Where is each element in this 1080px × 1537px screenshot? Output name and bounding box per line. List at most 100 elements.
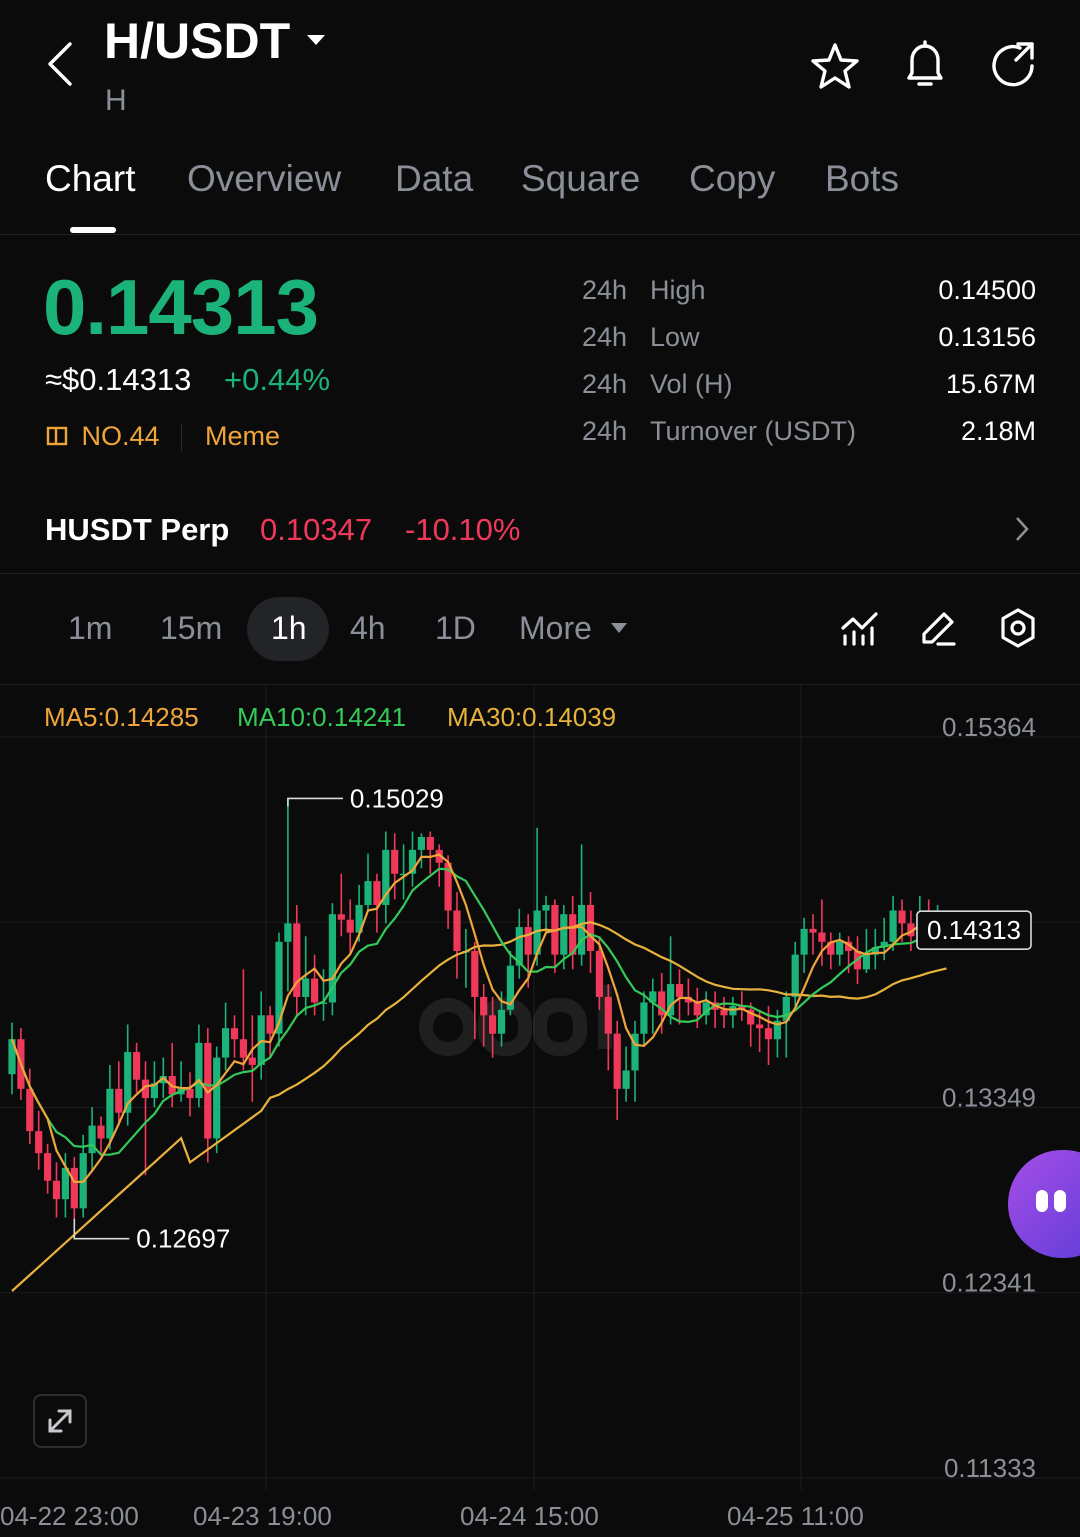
timeframe-1h[interactable]: 1h bbox=[271, 610, 307, 647]
candle bbox=[827, 932, 835, 970]
candle bbox=[729, 996, 737, 1029]
candle bbox=[70, 1156, 78, 1227]
candle bbox=[506, 950, 514, 1016]
price-change: +0.44% bbox=[224, 362, 331, 397]
candle bbox=[230, 1015, 239, 1058]
candle bbox=[702, 991, 710, 1025]
tab-bots[interactable]: Bots bbox=[825, 158, 899, 200]
tab-square[interactable]: Square bbox=[521, 158, 640, 200]
candle bbox=[52, 1162, 61, 1218]
rank-label: NO.44 bbox=[81, 421, 160, 451]
tab-data[interactable]: Data bbox=[395, 158, 473, 200]
y-tick-label: 0.11333 bbox=[944, 1453, 1036, 1483]
candlestick-chart[interactable]: 0.15029 0.12697 0.14313 0.15364 0.13349 0.12… bbox=[0, 685, 1080, 1537]
candle bbox=[631, 1020, 639, 1102]
stat-high-value: 0.14500 bbox=[938, 275, 1036, 305]
perp-change: -10.10% bbox=[405, 512, 521, 547]
candle bbox=[248, 1015, 256, 1102]
perp-price: 0.10347 bbox=[260, 512, 373, 547]
perp-name: HUSDT Perp bbox=[45, 512, 230, 547]
more-label: More bbox=[519, 610, 592, 646]
share-button[interactable] bbox=[986, 38, 1040, 92]
chevron-right-icon bbox=[1016, 517, 1029, 541]
low-marker-label: 0.12697 bbox=[136, 1224, 230, 1254]
expand-icon bbox=[48, 1409, 72, 1433]
y-tick-label: 0.12341 bbox=[942, 1268, 1036, 1298]
fullscreen-button[interactable] bbox=[33, 1394, 87, 1448]
draw-button[interactable] bbox=[916, 606, 960, 650]
rank-badge[interactable]: NO.44 bbox=[45, 421, 160, 452]
tabs-divider bbox=[0, 234, 1080, 235]
candle bbox=[426, 831, 434, 874]
candle bbox=[8, 1022, 16, 1095]
back-button[interactable] bbox=[40, 38, 84, 90]
tab-chart[interactable]: Chart bbox=[45, 158, 135, 200]
tab-copy[interactable]: Copy bbox=[689, 158, 775, 200]
candle bbox=[266, 1006, 274, 1058]
pencil-icon bbox=[922, 612, 956, 646]
candle bbox=[578, 844, 586, 966]
ma30-label: MA30:0.14039 bbox=[447, 702, 616, 732]
candle bbox=[720, 996, 728, 1029]
active-tab-indicator bbox=[70, 227, 116, 233]
candle bbox=[44, 1143, 52, 1194]
ma5-label: MA5:0.14285 bbox=[44, 702, 199, 732]
x-tick-label: 04-22 23:00 bbox=[0, 1501, 139, 1531]
timeframe-15m[interactable]: 15m bbox=[160, 610, 222, 647]
chart-settings-button[interactable] bbox=[996, 606, 1040, 650]
candle bbox=[88, 1107, 96, 1172]
x-tick-label: 04-24 15:00 bbox=[460, 1501, 599, 1531]
candle bbox=[195, 1024, 203, 1108]
candles-layer bbox=[8, 798, 951, 1227]
candle bbox=[284, 798, 292, 992]
alert-button[interactable] bbox=[898, 38, 952, 92]
candle bbox=[222, 1002, 230, 1071]
candle bbox=[711, 991, 719, 1029]
perp-row[interactable]: HUSDT Perp 0.10347 -10.10% bbox=[0, 490, 1080, 570]
perp-divider bbox=[0, 573, 1080, 574]
stat-low-value: 0.13156 bbox=[938, 322, 1036, 352]
indicators-button[interactable] bbox=[838, 606, 882, 650]
last-price-tag-label: 0.14313 bbox=[927, 915, 1021, 945]
chevron-left-icon bbox=[48, 42, 72, 86]
candle bbox=[382, 831, 390, 924]
candle bbox=[791, 941, 799, 1007]
candle bbox=[453, 892, 461, 979]
candle bbox=[364, 853, 372, 911]
candle bbox=[133, 1042, 141, 1093]
axis-labels: 0.15364 0.13349 0.12341 0.11333 04-22 23:00 0… bbox=[0, 712, 1036, 1531]
candle bbox=[782, 991, 790, 1058]
candle bbox=[328, 903, 336, 1016]
share-icon bbox=[992, 42, 1034, 87]
timeframe-1m[interactable]: 1m bbox=[68, 610, 112, 647]
candle bbox=[515, 908, 523, 979]
gate-watermark bbox=[419, 985, 612, 1056]
timeframe-more[interactable]: More bbox=[519, 610, 629, 647]
star-icon bbox=[811, 43, 859, 89]
pair-selector[interactable]: H/USDT bbox=[104, 12, 327, 72]
ma10-label: MA10:0.14241 bbox=[237, 702, 406, 732]
high-marker-label: 0.15029 bbox=[350, 783, 444, 813]
candle bbox=[293, 905, 301, 1016]
stat-volume-label: 24h Vol (H) bbox=[582, 369, 733, 399]
favorite-button[interactable] bbox=[808, 40, 862, 94]
tab-overview[interactable]: Overview bbox=[187, 158, 341, 200]
x-tick-label: 04-23 19:00 bbox=[193, 1501, 332, 1531]
candle bbox=[693, 987, 701, 1029]
stat-turnover-value: 2.18M bbox=[960, 416, 1036, 446]
candle bbox=[97, 1116, 105, 1154]
y-tick-label: 0.13349 bbox=[942, 1082, 1036, 1112]
candle bbox=[204, 1028, 212, 1163]
candle bbox=[569, 895, 577, 970]
candle bbox=[186, 1072, 194, 1117]
rank-icon bbox=[46, 426, 68, 446]
timeframe-4h[interactable]: 4h bbox=[350, 610, 386, 647]
candle bbox=[408, 831, 417, 887]
candle bbox=[640, 991, 648, 1047]
candle bbox=[551, 899, 559, 974]
chart-markers: 0.15029 0.12697 0.14313 bbox=[73, 783, 1032, 1254]
timeframe-1d[interactable]: 1D bbox=[435, 610, 476, 647]
chart-grid bbox=[0, 685, 1080, 1490]
assistant-eye-left bbox=[1036, 1190, 1048, 1212]
category-tag[interactable]: Meme bbox=[205, 421, 280, 452]
